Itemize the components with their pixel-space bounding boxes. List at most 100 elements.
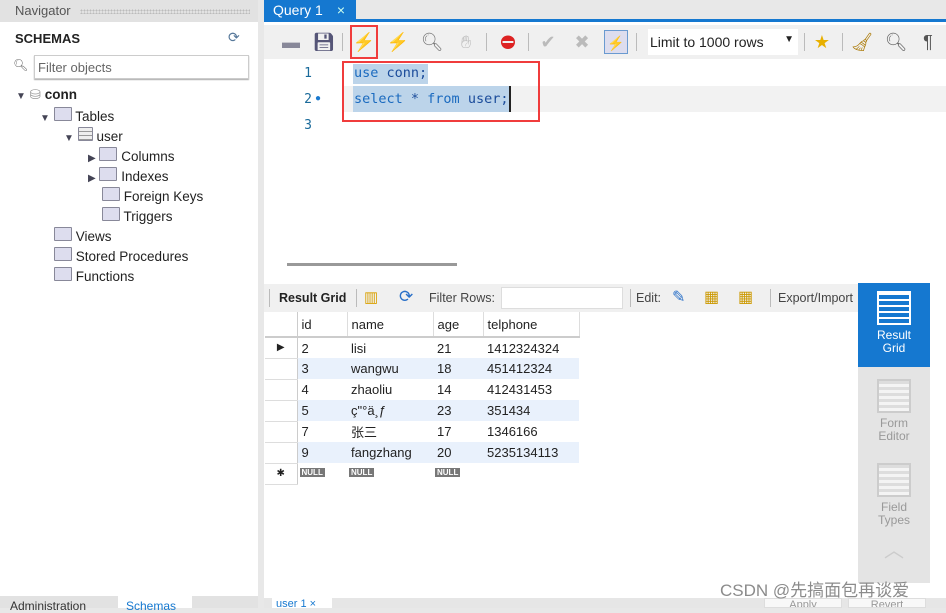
- cell[interactable]: 3: [297, 358, 347, 379]
- cell[interactable]: 1346166: [483, 421, 579, 442]
- cell[interactable]: 4: [297, 379, 347, 400]
- row-header[interactable]: [265, 358, 298, 380]
- cell[interactable]: lisi: [347, 337, 433, 358]
- result-grid-label[interactable]: Result Grid: [279, 291, 346, 305]
- field-types-button[interactable]: Field Types: [858, 455, 930, 527]
- export-import-label[interactable]: Export/Import: [778, 291, 858, 305]
- form-editor-button[interactable]: Form Editor: [858, 371, 930, 443]
- close-icon[interactable]: ×: [310, 598, 316, 608]
- cell[interactable]: 14: [433, 379, 483, 400]
- delete-row-icon[interactable]: ▦: [738, 287, 753, 307]
- tab-user-1[interactable]: user 1 ×: [272, 598, 332, 608]
- cell[interactable]: 5: [297, 400, 347, 421]
- views-icon: [54, 227, 72, 241]
- execute-current-icon[interactable]: ⚡: [386, 30, 410, 54]
- column-header[interactable]: age: [433, 312, 484, 338]
- schemas-label: SCHEMAS: [15, 31, 81, 46]
- refresh-icon[interactable]: ⟳: [228, 29, 240, 46]
- execute-icon[interactable]: ⚡: [350, 25, 378, 59]
- table-row[interactable]: 3 wangwu 18 451412324: [265, 358, 579, 380]
- autocommit-icon[interactable]: ⚡: [604, 30, 628, 54]
- row-header[interactable]: [265, 379, 298, 401]
- cell[interactable]: wangwu: [347, 358, 433, 379]
- tree-item-columns[interactable]: ▶ Columns: [88, 147, 175, 164]
- open-file-icon[interactable]: ▬: [279, 30, 303, 54]
- add-row-icon[interactable]: ▦: [704, 287, 719, 307]
- cell[interactable]: 21: [433, 337, 483, 358]
- rollback-icon[interactable]: ✖: [570, 30, 594, 54]
- new-row[interactable]: ✱ NULL NULL NULL: [265, 463, 579, 485]
- tree-item-foreign-keys[interactable]: Foreign Keys: [102, 187, 203, 204]
- cell[interactable]: 5235134113: [483, 442, 579, 463]
- filter-rows-input[interactable]: [501, 287, 623, 309]
- limit-rows-select[interactable]: Limit to 1000 rows ▼: [648, 29, 798, 55]
- commit-icon[interactable]: ✔: [536, 30, 560, 54]
- cell[interactable]: 7: [297, 421, 347, 442]
- table-row[interactable]: ▶ 2 lisi 21 1412324324: [265, 337, 579, 359]
- table-row[interactable]: 7 张三 17 1346166: [265, 421, 579, 443]
- row-header[interactable]: [265, 421, 298, 443]
- beautify-icon[interactable]: 🧹︎: [850, 30, 874, 54]
- editor-scrollbar[interactable]: [287, 263, 457, 266]
- sql-editor[interactable]: 1 2 ● 3 use conn; select * from user;: [264, 60, 946, 255]
- stop-icon[interactable]: ✋︎: [454, 30, 478, 54]
- grid-layout-icon[interactable]: ▥: [364, 288, 378, 306]
- cell[interactable]: 23: [433, 400, 483, 421]
- cell[interactable]: 451412324: [483, 358, 579, 379]
- tree-item-indexes[interactable]: ▶ Indexes: [88, 167, 169, 184]
- column-header[interactable]: name: [347, 312, 434, 338]
- result-grid-button[interactable]: Result Grid: [858, 283, 930, 367]
- tree-item-user[interactable]: ▼ user: [64, 127, 123, 144]
- tree-item-triggers[interactable]: Triggers: [102, 207, 173, 224]
- invisible-chars-icon[interactable]: ¶: [916, 30, 940, 54]
- table-row[interactable]: 9 fangzhang 20 5235134113: [265, 442, 579, 464]
- row-header[interactable]: [265, 400, 298, 422]
- cell[interactable]: 2: [297, 337, 347, 358]
- table-row[interactable]: 4 zhaoliu 14 412431453: [265, 379, 579, 401]
- filter-objects-input[interactable]: [34, 55, 249, 79]
- null-badge: NULL: [299, 468, 325, 477]
- save-icon[interactable]: 💾︎: [312, 30, 336, 54]
- tab-label: Query 1: [273, 2, 323, 18]
- cell[interactable]: 张三: [347, 421, 433, 442]
- close-icon[interactable]: ×: [337, 2, 345, 18]
- column-header[interactable]: id: [297, 312, 348, 338]
- cell[interactable]: 17: [433, 421, 483, 442]
- tree-item-views[interactable]: Views: [54, 227, 112, 244]
- cell[interactable]: 9: [297, 442, 347, 463]
- row-header[interactable]: [265, 442, 298, 464]
- cell[interactable]: 412431453: [483, 379, 579, 400]
- find-icon[interactable]: 🔍︎: [884, 30, 908, 54]
- scroll-up-icon[interactable]: ︿: [858, 541, 930, 561]
- tab-query-1[interactable]: Query 1 ×: [264, 0, 356, 22]
- expand-right-icon[interactable]: ▶: [88, 153, 96, 164]
- expand-right-icon[interactable]: ▶: [88, 173, 96, 184]
- tab-schemas[interactable]: Schemas: [118, 596, 192, 613]
- cell[interactable]: 18: [433, 358, 483, 379]
- cell[interactable]: zhaoliu: [347, 379, 433, 400]
- row-header[interactable]: ▶: [265, 337, 298, 359]
- column-header[interactable]: telphone: [483, 312, 580, 338]
- tree-item-tables[interactable]: ▼ Tables: [40, 107, 114, 124]
- edit-cell-icon[interactable]: ✎: [672, 287, 685, 307]
- query-toolbar: ▬ 💾︎ ⚡ ⚡ 🔍︎ ✋︎ ⛔︎ ✔ ✖ ⚡ Limit to 1000 ro…: [264, 25, 946, 59]
- tree-item-conn[interactable]: ▼ ⛁ conn: [16, 87, 77, 103]
- cell[interactable]: fangzhang: [347, 442, 433, 463]
- expand-down-icon[interactable]: ▼: [40, 113, 50, 124]
- expand-down-icon[interactable]: ▼: [64, 133, 74, 144]
- explain-icon[interactable]: 🔍︎: [420, 30, 444, 54]
- cell[interactable]: ç"°ä¸ƒ: [347, 400, 433, 421]
- refresh-icon[interactable]: ⟳: [399, 287, 413, 307]
- cell[interactable]: 1412324324: [483, 337, 579, 358]
- cell[interactable]: 20: [433, 442, 483, 463]
- add-snippet-icon[interactable]: ★: [810, 30, 834, 54]
- table-row[interactable]: 5 ç"°ä¸ƒ 23 351434: [265, 400, 579, 422]
- tree-item-stored-procedures[interactable]: Stored Procedures: [54, 247, 188, 264]
- cell[interactable]: 351434: [483, 400, 579, 421]
- result-grid[interactable]: id name age telphone ▶ 2 lisi 21 1412324324 3…: [264, 312, 858, 588]
- toggle-error-icon[interactable]: ⛔︎: [496, 30, 520, 54]
- expand-down-icon[interactable]: ▼: [16, 91, 26, 102]
- search-icon: 🔍︎: [13, 58, 29, 72]
- tree-item-functions[interactable]: Functions: [54, 267, 134, 284]
- tab-administration[interactable]: Administration: [10, 599, 86, 613]
